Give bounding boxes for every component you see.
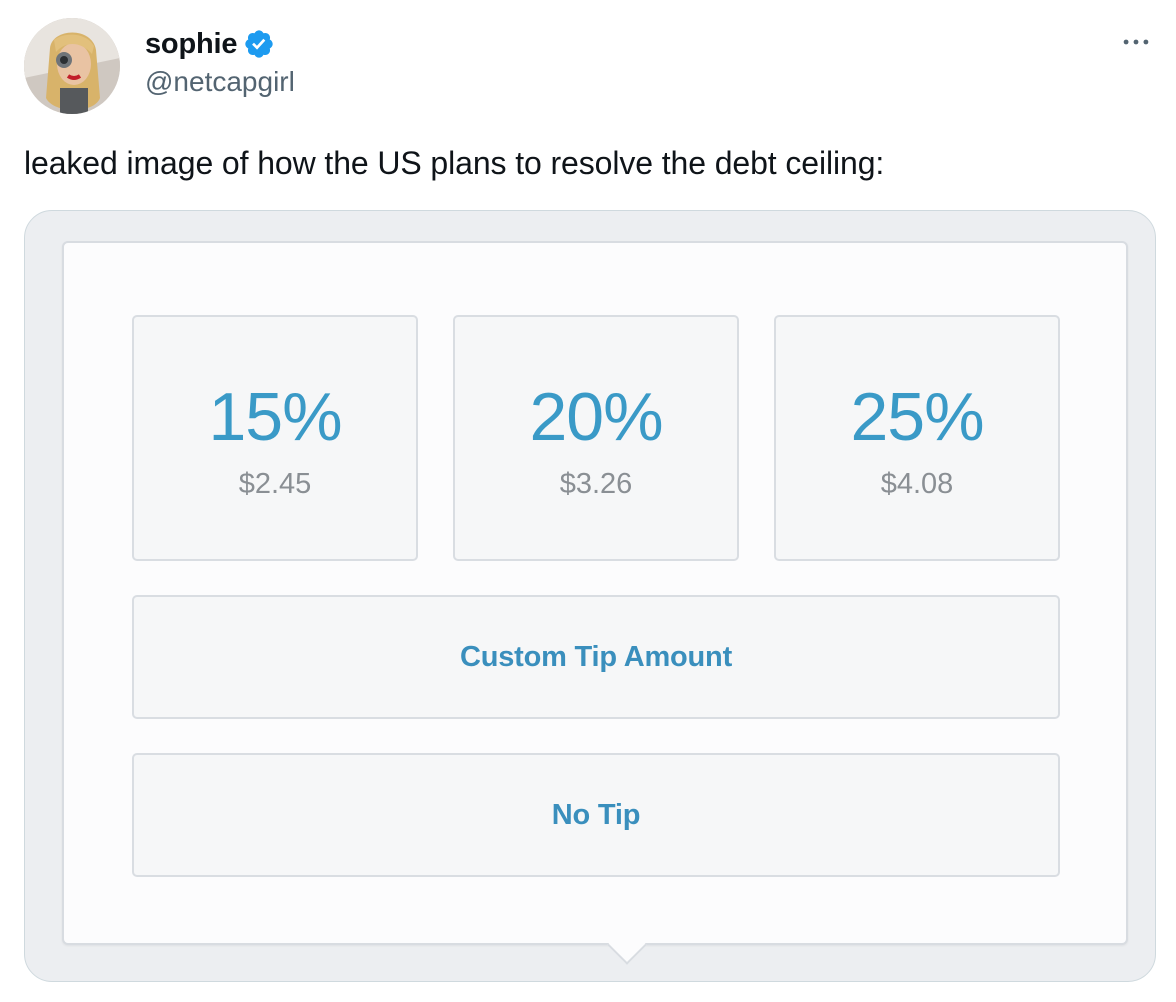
author-display-name[interactable]: sophie — [145, 28, 237, 61]
no-tip-label: No Tip — [551, 798, 641, 831]
tip-percent: 15% — [208, 379, 342, 455]
author-handle[interactable]: @netcapgirl — [145, 66, 295, 98]
tip-percent: 20% — [529, 379, 663, 455]
tip-option-20[interactable]: 20% $3.26 — [453, 315, 739, 561]
custom-tip-label: Custom Tip Amount — [459, 640, 733, 673]
more-options-button[interactable] — [1116, 22, 1156, 62]
tip-amount: $2.45 — [238, 468, 312, 500]
popover-caret — [607, 925, 647, 965]
no-tip-button[interactable]: No Tip — [132, 753, 1060, 877]
tip-amount: $3.26 — [559, 468, 633, 500]
author-name-row: sophie — [145, 24, 275, 64]
tweet-text: leaked image of how the US plans to reso… — [24, 145, 885, 181]
tip-option-25[interactable]: 25% $4.08 — [774, 315, 1060, 561]
tip-popover: 15% $2.45 20% $3.26 25% $4.08 Custom Tip… — [62, 241, 1128, 965]
tweet-media[interactable]: 15% $2.45 20% $3.26 25% $4.08 Custom Tip… — [24, 210, 1156, 982]
verified-badge-icon[interactable] — [243, 28, 275, 60]
tip-amount: $4.08 — [880, 468, 954, 500]
tip-option-15[interactable]: 15% $2.45 — [132, 315, 418, 561]
avatar-image — [24, 18, 120, 114]
tip-percent: 25% — [850, 379, 984, 455]
custom-tip-button[interactable]: Custom Tip Amount — [132, 595, 1060, 719]
avatar[interactable] — [24, 18, 120, 114]
more-horizontal-icon — [1123, 39, 1149, 45]
